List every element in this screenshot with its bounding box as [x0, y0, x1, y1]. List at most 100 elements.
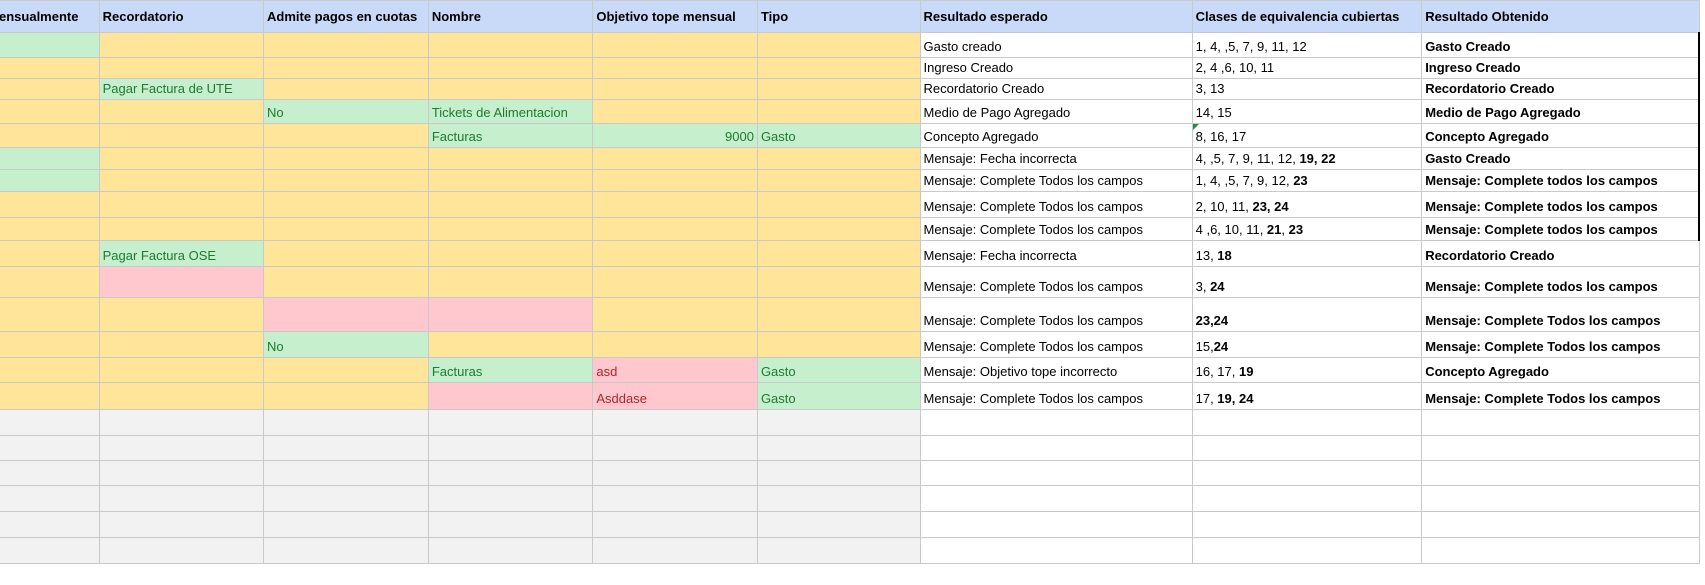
table-cell[interactable]: [592, 460, 758, 486]
table-cell[interactable]: Pagar Factura de UTE: [98, 78, 265, 100]
table-cell[interactable]: [263, 357, 429, 383]
header-cell[interactable]: Recordatorio: [98, 0, 265, 33]
table-cell[interactable]: [1191, 460, 1423, 486]
table-cell[interactable]: [263, 217, 429, 241]
table-cell[interactable]: Gasto: [756, 357, 921, 383]
table-cell[interactable]: [263, 297, 429, 332]
table-cell[interactable]: [756, 147, 921, 170]
table-cell[interactable]: [919, 460, 1193, 486]
table-cell[interactable]: 2, 10, 11, 23, 24: [1191, 191, 1423, 218]
table-cell[interactable]: [427, 460, 594, 486]
table-cell[interactable]: [263, 382, 429, 410]
table-cell[interactable]: [427, 331, 594, 358]
table-cell[interactable]: [263, 57, 429, 79]
table-cell[interactable]: [592, 485, 758, 512]
table-cell[interactable]: [0, 266, 100, 298]
table-cell[interactable]: Gasto creado: [919, 32, 1193, 58]
table-cell[interactable]: [592, 57, 758, 79]
table-cell[interactable]: [0, 32, 100, 58]
table-cell[interactable]: [427, 147, 594, 170]
table-cell[interactable]: [98, 409, 265, 436]
table-cell[interactable]: Mensaje: Complete Todos los campos: [919, 297, 1193, 332]
table-cell[interactable]: 3, 24: [1191, 266, 1423, 298]
table-cell[interactable]: 13, 18: [1191, 240, 1423, 267]
table-cell[interactable]: [0, 511, 100, 538]
table-cell[interactable]: [263, 537, 429, 564]
table-cell[interactable]: [1421, 511, 1700, 538]
table-cell[interactable]: Mensaje: Complete Todos los campos: [919, 217, 1193, 241]
table-cell[interactable]: [592, 331, 758, 358]
table-cell[interactable]: Mensaje: Complete todos los campos: [1421, 217, 1701, 241]
table-cell[interactable]: [263, 240, 429, 267]
table-cell[interactable]: Ingreso Creado: [1421, 57, 1701, 79]
table-cell[interactable]: [263, 485, 429, 512]
table-cell[interactable]: [98, 537, 265, 564]
table-cell[interactable]: Mensaje: Complete Todos los campos: [919, 191, 1193, 218]
table-cell[interactable]: [1191, 485, 1423, 512]
table-cell[interactable]: Facturas: [427, 123, 594, 148]
table-cell[interactable]: [98, 297, 265, 332]
table-cell[interactable]: [592, 32, 758, 58]
table-cell[interactable]: [1421, 435, 1700, 461]
table-cell[interactable]: Mensaje: Complete Todos los campos: [919, 266, 1193, 298]
table-cell[interactable]: [1191, 511, 1423, 538]
table-cell[interactable]: [592, 266, 758, 298]
header-cell[interactable]: Tipo: [756, 0, 921, 33]
table-cell[interactable]: [592, 147, 758, 170]
table-cell[interactable]: [98, 460, 265, 486]
table-cell[interactable]: [427, 266, 594, 298]
table-cell[interactable]: [592, 297, 758, 332]
table-cell[interactable]: [756, 191, 921, 218]
table-cell[interactable]: 3, 13: [1191, 78, 1423, 100]
table-cell[interactable]: [98, 382, 265, 410]
table-cell[interactable]: [756, 32, 921, 58]
table-cell[interactable]: [263, 123, 429, 148]
table-cell[interactable]: [1191, 409, 1423, 436]
table-cell[interactable]: 17, 19, 24: [1191, 382, 1423, 410]
table-cell[interactable]: [427, 409, 594, 436]
table-cell[interactable]: [98, 357, 265, 383]
table-cell[interactable]: [0, 78, 100, 100]
table-cell[interactable]: Recordatorio Creado: [919, 78, 1193, 100]
table-cell[interactable]: [98, 435, 265, 461]
table-cell[interactable]: Mensaje: Complete Todos los campos: [1421, 331, 1700, 358]
table-cell[interactable]: [0, 331, 100, 358]
table-cell[interactable]: Medio de Pago Agregado: [1421, 99, 1701, 124]
table-cell[interactable]: Gasto: [756, 123, 921, 148]
table-cell[interactable]: [263, 460, 429, 486]
table-cell[interactable]: Medio de Pago Agregado: [919, 99, 1193, 124]
table-cell[interactable]: [0, 435, 100, 461]
table-cell[interactable]: [919, 511, 1193, 538]
table-cell[interactable]: [98, 32, 265, 58]
table-cell[interactable]: [427, 537, 594, 564]
table-cell[interactable]: [0, 357, 100, 383]
table-cell[interactable]: [756, 537, 921, 564]
table-cell[interactable]: 1, 4, ,5, 7, 9, 11, 12: [1191, 32, 1423, 58]
table-cell[interactable]: [0, 409, 100, 436]
table-cell[interactable]: Concepto Agregado: [1421, 357, 1700, 383]
table-cell[interactable]: Recordatorio Creado: [1421, 240, 1700, 267]
table-cell[interactable]: [592, 191, 758, 218]
table-cell[interactable]: [98, 191, 265, 218]
table-cell[interactable]: asd: [592, 357, 758, 383]
table-cell[interactable]: [263, 147, 429, 170]
table-cell[interactable]: [98, 511, 265, 538]
table-cell[interactable]: [919, 537, 1193, 564]
table-cell[interactable]: [427, 435, 594, 461]
table-cell[interactable]: [263, 511, 429, 538]
table-cell[interactable]: Mensaje: Objetivo tope incorrecto: [919, 357, 1193, 383]
table-cell[interactable]: 23,24: [1191, 297, 1423, 332]
table-cell[interactable]: [98, 331, 265, 358]
table-cell[interactable]: [756, 435, 921, 461]
table-cell[interactable]: [0, 297, 100, 332]
table-cell[interactable]: [427, 217, 594, 241]
table-cell[interactable]: [427, 382, 594, 410]
table-cell[interactable]: Gasto Creado: [1421, 32, 1701, 58]
table-cell[interactable]: [263, 32, 429, 58]
header-cell[interactable]: Resultado Obtenido: [1421, 0, 1700, 33]
table-cell[interactable]: [592, 537, 758, 564]
table-cell[interactable]: Concepto Agregado: [919, 123, 1193, 148]
table-cell[interactable]: [592, 240, 758, 267]
table-cell[interactable]: Mensaje: Complete Todos los campos: [919, 331, 1193, 358]
table-cell[interactable]: [0, 537, 100, 564]
